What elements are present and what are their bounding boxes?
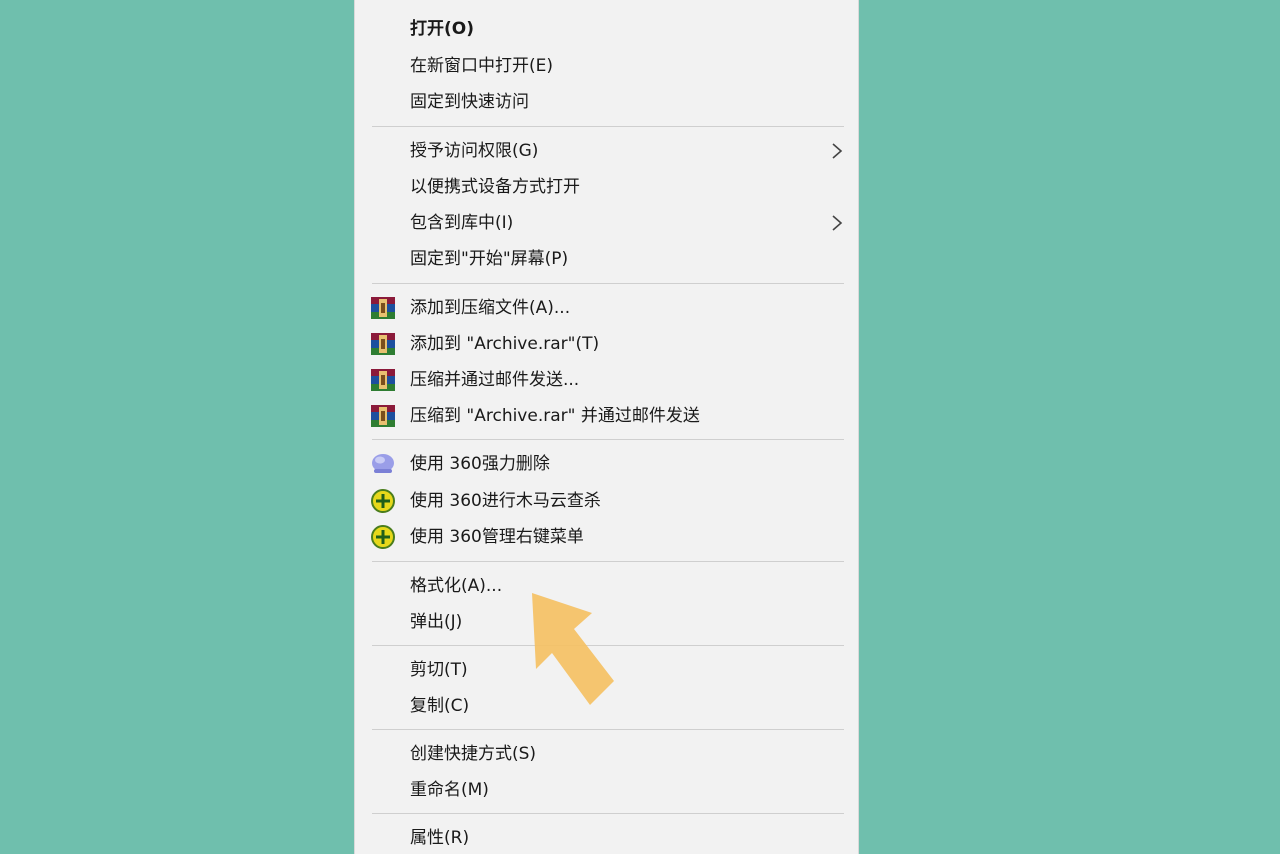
menu-item-label: 属性(R)	[410, 828, 470, 848]
menu-item-label: 在新窗口中打开(E)	[410, 56, 554, 76]
menu-item-label: 剪切(T)	[410, 660, 468, 680]
menu-item-360-shred[interactable]: 使用 360强力删除	[355, 447, 858, 481]
winrar-archive-icon	[371, 333, 395, 355]
menu-item-label: 固定到快速访问	[410, 92, 529, 112]
winrar-archive-icon	[371, 369, 395, 391]
menu-item-360-scan[interactable]: 使用 360进行木马云查杀	[355, 484, 858, 518]
menu-item-open[interactable]: 打开(O)	[355, 12, 858, 46]
menu-separator	[372, 283, 844, 284]
menu-item-pin-to-start[interactable]: 固定到"开始"屏幕(P)	[355, 242, 858, 276]
menu-item-label: 重命名(M)	[410, 780, 489, 800]
menu-separator	[372, 813, 844, 814]
menu-item-pin-quick-access[interactable]: 固定到快速访问	[355, 85, 858, 119]
360-shred-icon	[372, 454, 394, 473]
menu-item-label: 压缩到 "Archive.rar" 并通过邮件发送	[410, 406, 700, 426]
winrar-archive-icon	[371, 297, 395, 319]
menu-item-label: 格式化(A)...	[410, 576, 503, 596]
menu-separator	[372, 439, 844, 440]
menu-item-label: 添加到 "Archive.rar"(T)	[410, 334, 600, 354]
menu-item-360-manage[interactable]: 使用 360管理右键菜单	[355, 520, 858, 554]
chevron-right-icon	[832, 143, 843, 159]
menu-item-rename[interactable]: 重命名(M)	[355, 773, 858, 807]
menu-item-label: 添加到压缩文件(A)...	[410, 298, 571, 318]
360-manage-icon	[371, 525, 395, 549]
menu-item-label: 使用 360进行木马云查杀	[410, 491, 601, 511]
menu-item-compress-rar-email[interactable]: 压缩到 "Archive.rar" 并通过邮件发送	[355, 399, 858, 433]
menu-item-create-shortcut[interactable]: 创建快捷方式(S)	[355, 737, 858, 771]
menu-item-add-to-archive[interactable]: 添加到压缩文件(A)...	[355, 291, 858, 325]
menu-item-add-to-archive-rar[interactable]: 添加到 "Archive.rar"(T)	[355, 327, 858, 361]
360-scan-icon	[371, 489, 395, 513]
menu-item-compress-email[interactable]: 压缩并通过邮件发送...	[355, 363, 858, 397]
menu-separator	[372, 729, 844, 730]
menu-item-label: 压缩并通过邮件发送...	[410, 370, 580, 390]
menu-item-label: 使用 360管理右键菜单	[410, 527, 584, 547]
menu-item-label: 创建快捷方式(S)	[410, 744, 537, 764]
menu-item-grant-access[interactable]: 授予访问权限(G)	[355, 134, 858, 168]
pointer-arrow-icon	[532, 593, 614, 705]
menu-item-properties[interactable]: 属性(R)	[355, 821, 858, 854]
menu-item-label: 固定到"开始"屏幕(P)	[410, 249, 569, 269]
menu-item-label: 打开(O)	[410, 19, 474, 39]
context-menu: 打开(O) 在新窗口中打开(E) 固定到快速访问 授予访问权限(G) 以便携式设…	[354, 0, 859, 854]
menu-item-include-in-library[interactable]: 包含到库中(I)	[355, 206, 858, 240]
menu-item-label: 包含到库中(I)	[410, 213, 514, 233]
menu-item-label: 以便携式设备方式打开	[410, 177, 580, 197]
menu-item-label: 复制(C)	[410, 696, 470, 716]
menu-item-open-new-window[interactable]: 在新窗口中打开(E)	[355, 49, 858, 83]
menu-separator	[372, 126, 844, 127]
menu-item-label: 使用 360强力删除	[410, 454, 550, 474]
winrar-archive-icon	[371, 405, 395, 427]
chevron-right-icon	[832, 215, 843, 231]
menu-item-label: 弹出(J)	[410, 612, 463, 632]
menu-separator	[372, 561, 844, 562]
menu-item-label: 授予访问权限(G)	[410, 141, 539, 161]
menu-item-open-portable-device[interactable]: 以便携式设备方式打开	[355, 170, 858, 204]
